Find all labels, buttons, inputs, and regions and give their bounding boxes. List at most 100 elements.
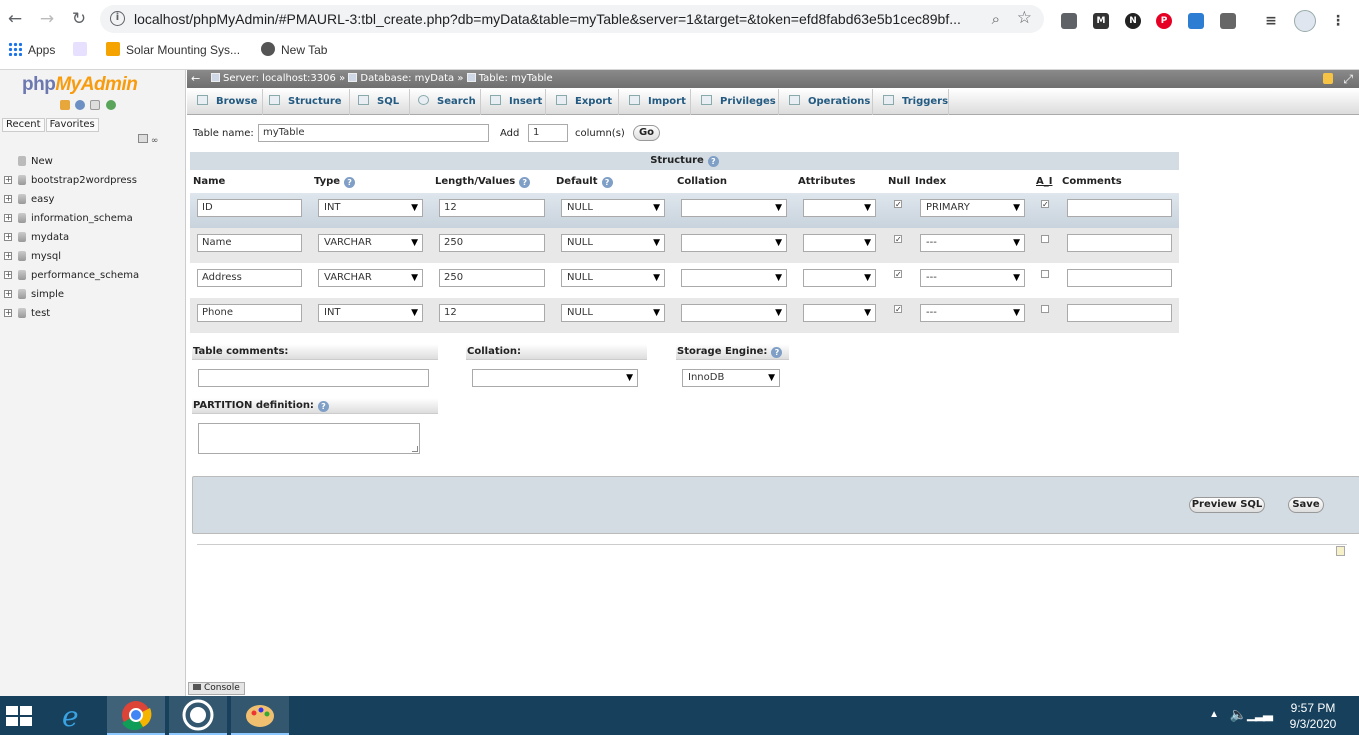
forward-arrow-icon[interactable]: → [36,8,58,30]
tray-up-arrow-icon[interactable]: ▲ [1209,709,1219,720]
windows-start-icon[interactable] [6,706,32,726]
maximize-icon[interactable]: ⤢ [1343,70,1353,88]
expand-icon[interactable]: + [4,176,12,184]
default-select[interactable]: NULL ▼ [561,269,665,287]
link-icon[interactable]: ∞ [151,136,159,146]
column-name-input[interactable]: Address [197,269,302,287]
tree-item-new[interactable]: New [4,152,139,171]
help-icon[interactable] [75,100,86,110]
reload-icon[interactable]: ↻ [68,8,90,30]
go-button[interactable]: Go [633,125,660,141]
length-input[interactable]: 12 [439,304,545,322]
null-checkbox[interactable]: ✓ [894,270,902,279]
expand-icon[interactable]: + [4,290,12,298]
null-checkbox[interactable]: ✓ [894,305,902,314]
preview-sql-button[interactable]: Preview SQL [1189,497,1265,513]
tab-favorites[interactable]: Favorites [45,118,99,132]
expand-icon[interactable]: + [4,214,12,222]
help-icon[interactable]: ? [344,177,356,188]
comments-input[interactable] [1067,199,1172,217]
type-select[interactable]: VARCHAR ▼ [318,269,423,287]
help-icon[interactable]: ? [519,177,531,188]
attributes-select[interactable]: ▼ [803,269,876,287]
tree-item-easy[interactable]: + easy [4,190,139,209]
bookmark-apps[interactable]: Apps [8,42,55,57]
tab-search[interactable]: Search [410,89,481,115]
index-select[interactable]: --- ▼ [920,234,1025,252]
extension-window-icon[interactable] [1061,13,1077,29]
default-select[interactable]: NULL ▼ [561,199,665,217]
help-icon[interactable]: ? [317,401,329,412]
phpmyadmin-logo[interactable]: phpMyAdmin [22,74,138,96]
tab-triggers[interactable]: Triggers [873,89,949,115]
home-icon[interactable] [60,100,70,110]
tab-sql[interactable]: SQL [350,89,410,115]
tree-item-performance-schema[interactable]: + performance_schema [4,266,139,285]
add-columns-input[interactable]: 1 [528,124,568,142]
expand-icon[interactable]: + [4,271,12,279]
length-input[interactable]: 250 [439,234,545,252]
tree-item-simple[interactable]: + simple [4,285,139,304]
partition-definition-textarea[interactable] [198,423,420,454]
clock[interactable]: 9:57 PM 9/3/2020 [1283,700,1343,732]
menu-dots-icon[interactable]: ⋮ [1330,13,1346,29]
breadcrumb-table[interactable]: Table: myTable [479,73,553,84]
expand-icon[interactable]: + [4,195,12,203]
column-name-input[interactable]: ID [197,199,302,217]
save-button[interactable]: Save [1288,497,1324,513]
type-select[interactable]: INT ▼ [318,199,423,217]
breadcrumb-server[interactable]: Server: localhost:3306 [223,73,336,84]
bookmark-unnamed[interactable] [73,42,93,57]
tab-structure[interactable]: Structure [263,89,350,115]
attributes-select[interactable]: ▼ [803,199,876,217]
back-arrow-icon[interactable]: ← [191,70,200,88]
expand-icon[interactable]: + [4,233,12,241]
tab-insert[interactable]: Insert [481,89,546,115]
tree-item-mysql[interactable]: + mysql [4,247,139,266]
tab-recent[interactable]: Recent [2,118,45,132]
media-list-icon[interactable]: ≡ [1263,13,1279,29]
attributes-select[interactable]: ▼ [803,304,876,322]
auto-increment-checkbox[interactable]: ✓ [1041,200,1049,209]
collation-select[interactable]: ▼ [681,199,787,217]
length-input[interactable]: 250 [439,269,545,287]
back-arrow-icon[interactable]: ← [4,8,26,30]
type-select[interactable]: INT ▼ [318,304,423,322]
auto-increment-checkbox[interactable] [1041,270,1049,278]
extension-m-icon[interactable]: M [1093,13,1109,29]
table-comments-input[interactable] [198,369,429,387]
tab-import[interactable]: Import [619,89,691,115]
default-select[interactable]: NULL ▼ [561,234,665,252]
address-bar[interactable]: i localhost/phpMyAdmin/#PMAURL-3:tbl_cre… [100,5,1044,33]
index-select[interactable]: --- ▼ [920,269,1025,287]
column-name-input[interactable]: Phone [197,304,302,322]
help-icon[interactable]: ? [601,177,613,188]
internet-explorer-icon[interactable]: e [45,696,103,735]
comments-input[interactable] [1067,234,1172,252]
comments-input[interactable] [1067,269,1172,287]
type-select[interactable]: VARCHAR ▼ [318,234,423,252]
page-settings-icon[interactable] [1336,546,1345,556]
table-collation-select[interactable]: ▼ [472,369,638,387]
storage-engine-select[interactable]: InnoDB ▼ [682,369,780,387]
column-name-input[interactable]: Name [197,234,302,252]
pinterest-icon[interactable]: P [1156,13,1172,29]
index-select[interactable]: --- ▼ [920,304,1025,322]
tree-item-bootstrap2wordpress[interactable]: + bootstrap2wordpress [4,171,139,190]
collation-select[interactable]: ▼ [681,269,787,287]
null-checkbox[interactable]: ✓ [894,200,902,209]
zoom-icon[interactable]: ⌕ [992,10,1000,28]
lock-icon[interactable] [1323,73,1333,84]
attributes-select[interactable]: ▼ [803,234,876,252]
docs-icon[interactable] [90,100,101,110]
site-info-icon[interactable]: i [110,11,125,26]
bookmark-solar[interactable]: Solar Mounting Sys... [106,42,240,57]
extension-text-icon[interactable] [1220,13,1236,29]
url-text[interactable]: localhost/phpMyAdmin/#PMAURL-3:tbl_creat… [134,11,974,27]
tree-item-mydata[interactable]: + mydata [4,228,139,247]
length-input[interactable]: 12 [439,199,545,217]
reload-nav-icon[interactable] [105,100,116,110]
null-checkbox[interactable]: ✓ [894,235,902,244]
console-tab[interactable]: Console [188,682,245,695]
tab-privileges[interactable]: Privileges [691,89,779,115]
